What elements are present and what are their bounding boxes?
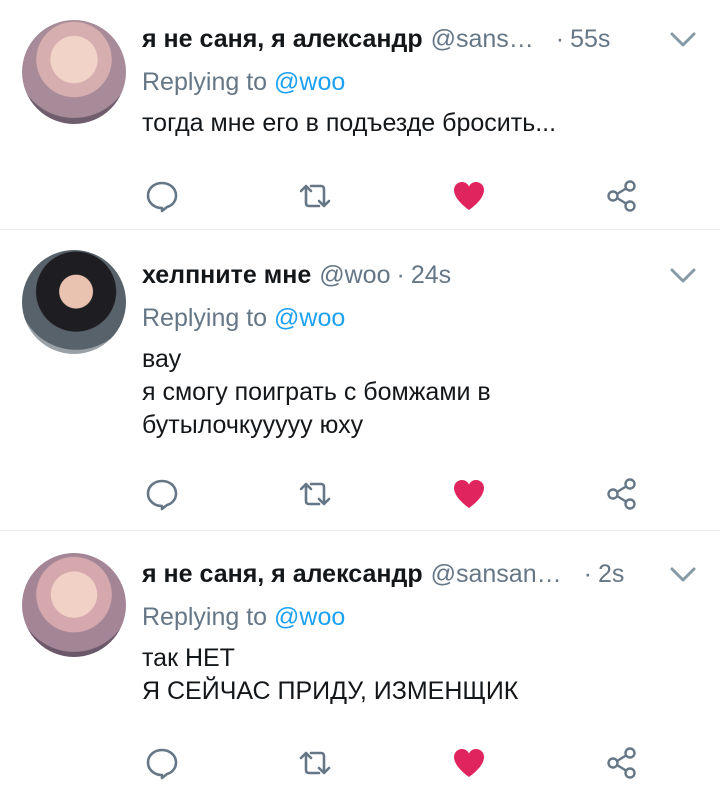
tweet-text: так НЕТ Я СЕЙЧАС ПРИДУ, ИЗМЕНЩИК bbox=[142, 644, 519, 705]
avatar[interactable] bbox=[22, 250, 126, 354]
user-handle[interactable]: @sans… bbox=[431, 25, 534, 54]
action-bar bbox=[142, 743, 642, 783]
retweet-button[interactable] bbox=[295, 176, 335, 216]
tweet-text: тогда мне его в подъезде бросить... bbox=[142, 109, 557, 137]
speech-bubble-icon bbox=[145, 746, 179, 780]
tweet[interactable]: я не саня, я александр @sansan… · 2s Rep… bbox=[0, 531, 720, 788]
reply-button[interactable] bbox=[142, 474, 182, 514]
replying-to-label: Replying to bbox=[142, 603, 268, 631]
user-handle[interactable]: @sansan… bbox=[431, 560, 562, 589]
timestamp[interactable]: 2s bbox=[598, 560, 624, 589]
share-icon bbox=[605, 746, 639, 780]
speech-bubble-icon bbox=[145, 179, 179, 213]
like-button[interactable] bbox=[449, 743, 489, 783]
avatar[interactable] bbox=[22, 553, 126, 657]
reply-button[interactable] bbox=[142, 743, 182, 783]
timestamp[interactable]: 24s bbox=[411, 261, 451, 290]
heart-icon bbox=[452, 478, 486, 510]
display-name[interactable]: я не саня, я александр bbox=[142, 25, 423, 54]
like-button[interactable] bbox=[449, 474, 489, 514]
replying-to: Replying to @woo bbox=[142, 68, 700, 97]
replying-to-label: Replying to bbox=[142, 304, 268, 332]
share-icon bbox=[605, 179, 639, 213]
action-bar bbox=[142, 176, 642, 216]
tweet[interactable]: хелпните мне @woo · 24s Replying to @woo… bbox=[0, 230, 720, 531]
reply-button[interactable] bbox=[142, 176, 182, 216]
mention-link[interactable]: @woo bbox=[274, 603, 345, 631]
speech-bubble-icon bbox=[145, 477, 179, 511]
mention-link[interactable]: @woo bbox=[274, 304, 345, 332]
replying-to-label: Replying to bbox=[142, 68, 268, 96]
chevron-down-icon[interactable] bbox=[666, 262, 700, 288]
like-button[interactable] bbox=[449, 176, 489, 216]
tweet-text: вау я смогу поиграть с бомжами в бутылоч… bbox=[142, 345, 491, 439]
tweet-header: я не саня, я александр @sansan… · 2s bbox=[142, 559, 700, 589]
user-handle[interactable]: @woo bbox=[319, 261, 390, 290]
heart-icon bbox=[452, 180, 486, 212]
separator-dot: · bbox=[555, 24, 565, 53]
chevron-down-icon[interactable] bbox=[666, 26, 700, 52]
action-bar bbox=[142, 474, 642, 514]
retweet-icon bbox=[297, 181, 333, 211]
display-name[interactable]: я не саня, я александр bbox=[142, 560, 423, 589]
retweet-icon bbox=[297, 748, 333, 778]
tweet-header: я не саня, я александр @sans… · 55s bbox=[142, 24, 700, 54]
separator-dot: · bbox=[583, 559, 592, 588]
replying-to: Replying to @woo bbox=[142, 603, 700, 632]
replying-to: Replying to @woo bbox=[142, 304, 700, 333]
share-icon bbox=[605, 477, 639, 511]
chevron-down-icon[interactable] bbox=[666, 561, 700, 587]
tweet-header: хелпните мне @woo · 24s bbox=[142, 260, 700, 290]
avatar[interactable] bbox=[22, 20, 126, 124]
separator-dot: · bbox=[396, 260, 405, 289]
heart-icon bbox=[452, 747, 486, 779]
retweet-icon bbox=[297, 479, 333, 509]
retweet-button[interactable] bbox=[295, 743, 335, 783]
share-button[interactable] bbox=[602, 474, 642, 514]
tweet[interactable]: я не саня, я александр @sans… · 55s Repl… bbox=[0, 0, 720, 230]
share-button[interactable] bbox=[602, 176, 642, 216]
retweet-button[interactable] bbox=[295, 474, 335, 514]
display-name[interactable]: хелпните мне bbox=[142, 261, 311, 290]
timestamp[interactable]: 55s bbox=[570, 25, 610, 54]
mention-link[interactable]: @woo bbox=[274, 68, 345, 96]
share-button[interactable] bbox=[602, 743, 642, 783]
